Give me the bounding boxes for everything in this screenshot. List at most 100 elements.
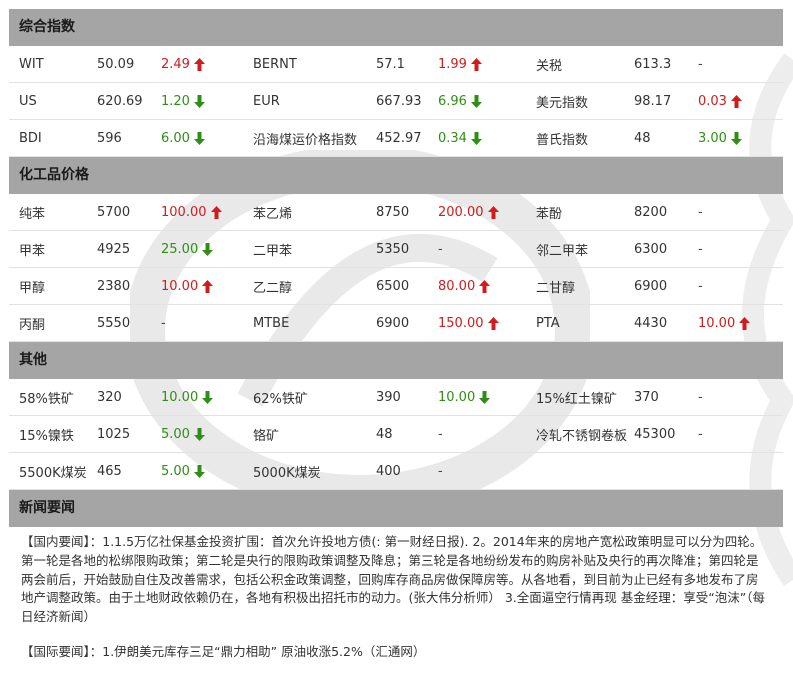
item-change: 3.00: [698, 131, 783, 146]
item-price: 5700: [97, 204, 131, 220]
change-value: 3.00: [698, 130, 727, 146]
item-name: 15%镍铁: [19, 428, 74, 444]
item-price: 48: [376, 426, 393, 442]
item-name: 普氏指数: [536, 132, 589, 148]
news-body: 【国内要闻】：1.1.5万亿社保基金投资扩围：首次允许投地方债(: 第一财经日报…: [9, 527, 783, 662]
red-up-arrow-icon: [487, 316, 499, 330]
change-value: 2.49: [161, 56, 190, 72]
item-name: 5500K煤炭: [19, 465, 87, 481]
change-value: 10.00: [438, 389, 476, 405]
red-up-arrow-icon: [202, 279, 214, 293]
table-row: 甲苯 4925 25.00 二甲苯 5350 - 邻二甲苯 6300 -: [9, 231, 783, 268]
international-news: 【国际要闻】：1.伊朗美元库存三足“鼎力相助” 原油收涨5.2%（汇通网）: [21, 643, 426, 659]
item-price: 57.1: [376, 56, 405, 72]
market-data-panel: 综合指数 WIT 50.09 2.49 BERNT 57.1 1.99 关税 613.3 - US…: [9, 9, 783, 678]
item-price: 6500: [376, 278, 410, 294]
item-change: 10.00: [161, 390, 243, 405]
item-change: 0.34: [438, 131, 526, 146]
green-down-arrow-icon: [470, 131, 482, 145]
item-name: BERNT: [253, 56, 297, 72]
chemical-table: 纯苯 5700 100.00 苯乙烯 8750 200.00 苯酚 8200 - 甲苯 4925 25…: [9, 194, 783, 342]
item-name: 纯苯: [19, 206, 46, 222]
change-value: -: [698, 204, 703, 220]
item-change: 0.03: [698, 94, 783, 109]
item-name: 15%红土镍矿: [536, 391, 617, 407]
item-price: 1025: [97, 426, 131, 442]
item-change: -: [698, 242, 783, 257]
item-price: 390: [376, 389, 401, 405]
item-price: 8750: [376, 204, 410, 220]
item-name: 美元指数: [536, 95, 589, 111]
table-row: 15%镍铁 1025 5.00 铬矿 48 - 冷轧不锈钢卷板 45300 -: [9, 416, 783, 453]
item-name: 丙酮: [19, 317, 46, 333]
change-value: -: [698, 426, 703, 442]
item-price: 45300: [634, 426, 676, 442]
red-up-arrow-icon: [487, 205, 499, 219]
green-down-arrow-icon: [730, 131, 742, 145]
item-change: -: [698, 390, 783, 405]
item-price: 5550: [97, 315, 131, 331]
change-value: -: [698, 389, 703, 405]
change-value: 25.00: [161, 241, 199, 257]
item-name: 二甘醇: [536, 280, 576, 296]
change-value: -: [438, 463, 443, 479]
item-price: 620.69: [97, 93, 143, 109]
item-name: 关税: [536, 58, 563, 74]
item-change: -: [698, 279, 783, 294]
change-value: 0.03: [698, 93, 727, 109]
table-row: 丙酮 5550 - MTBE 6900 150.00 PTA 4430 10.00: [9, 305, 783, 342]
item-change: -: [438, 242, 526, 257]
item-change: 10.00: [698, 316, 783, 331]
item-name: 冷轧不锈钢卷板: [536, 428, 628, 444]
change-value: -: [161, 315, 166, 331]
item-name: 乙二醇: [253, 280, 293, 296]
item-price: 50.09: [97, 56, 135, 72]
red-up-arrow-icon: [479, 279, 491, 293]
green-down-arrow-icon: [193, 427, 205, 441]
section-title-composite: 综合指数: [9, 9, 783, 46]
item-change: 200.00: [438, 205, 526, 220]
item-change: -: [438, 427, 526, 442]
item-name: 62%铁矿: [253, 391, 308, 407]
composite-table: WIT 50.09 2.49 BERNT 57.1 1.99 关税 613.3 - US 620.6…: [9, 46, 783, 157]
table-row: BDI 596 6.00 沿海煤运价格指数 452.97 0.34 普氏指数 48 3.00: [9, 120, 783, 157]
item-price: 98.17: [634, 93, 672, 109]
item-price: 6300: [634, 241, 668, 257]
item-price: 2380: [97, 278, 131, 294]
change-value: 80.00: [438, 278, 476, 294]
change-value: 5.00: [161, 426, 190, 442]
section-title-other: 其他: [9, 342, 783, 379]
change-value: 10.00: [161, 389, 199, 405]
item-price: 5350: [376, 241, 410, 257]
change-value: 100.00: [161, 204, 207, 220]
change-value: 1.99: [438, 56, 467, 72]
item-change: 6.96: [438, 94, 526, 109]
item-name: 甲苯: [19, 243, 46, 259]
item-change: -: [698, 427, 783, 442]
item-price: 400: [376, 463, 401, 479]
change-value: -: [438, 241, 443, 257]
item-name: 5000K煤炭: [253, 465, 321, 481]
item-change: 10.00: [438, 390, 526, 405]
change-value: -: [438, 426, 443, 442]
item-price: 596: [97, 130, 122, 146]
item-price: 667.93: [376, 93, 422, 109]
item-name: 苯乙烯: [253, 206, 293, 222]
section-title-chemical: 化工品价格: [9, 157, 783, 194]
other-table: 58%铁矿 320 10.00 62%铁矿 390 10.00 15%红土镍矿 370-15%…: [9, 379, 783, 490]
red-up-arrow-icon: [470, 57, 482, 71]
item-change: 6.00: [161, 131, 243, 146]
item-change: 80.00: [438, 279, 526, 294]
item-change: 5.00: [161, 427, 243, 442]
green-down-arrow-icon: [193, 94, 205, 108]
section-title-news: 新闻要闻: [9, 490, 783, 527]
change-value: 6.96: [438, 93, 467, 109]
green-down-arrow-icon: [193, 464, 205, 478]
item-price: 48: [634, 130, 651, 146]
item-name: 58%铁矿: [19, 391, 74, 407]
item-price: 452.97: [376, 130, 422, 146]
item-name: 邻二甲苯: [536, 243, 589, 259]
item-price: 4925: [97, 241, 131, 257]
change-value: 200.00: [438, 204, 484, 220]
item-change: 150.00: [438, 316, 526, 331]
